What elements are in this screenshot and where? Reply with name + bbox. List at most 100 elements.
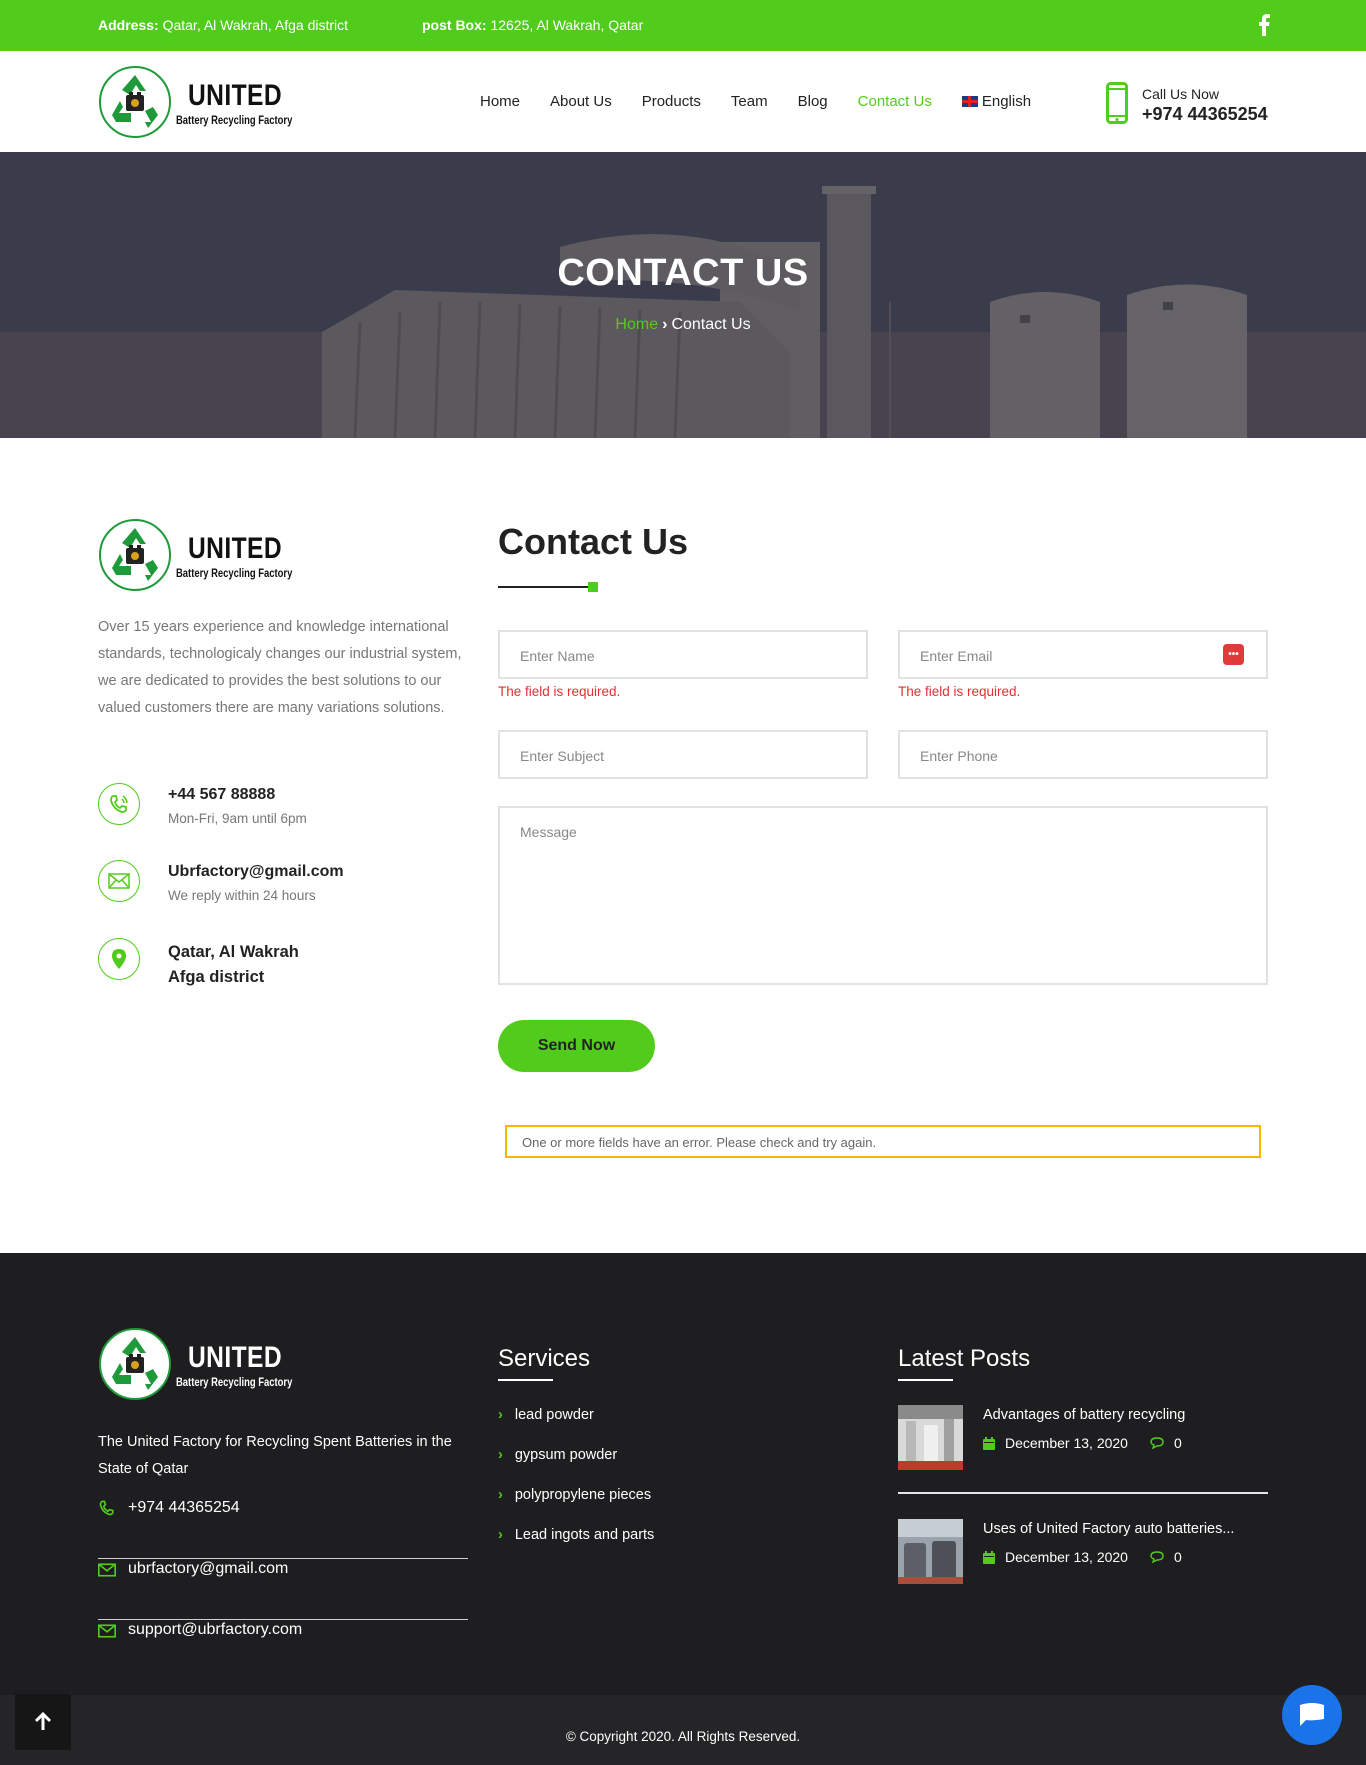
footer: UNITED Battery Recycling Factory The Uni… [0,1253,1366,1696]
post-item[interactable]: Uses of United Factory auto batteries...… [898,1519,1268,1589]
email-input[interactable]: Enter Email ••• [898,630,1268,679]
name-error: The field is required. [498,684,621,699]
top-bar: Address: Qatar, Al Wakrah, Afga district… [0,0,1366,51]
post-thumbnail[interactable] [898,1405,963,1470]
service-label: lead powder [514,1407,594,1423]
nav-language[interactable]: English [961,93,1032,110]
call-number: +974 44365254 [1142,104,1268,124]
chevron-right-icon: › [498,1447,503,1463]
nav-contact[interactable]: Contact Us [858,93,932,110]
service-label: gypsum powder [514,1447,618,1463]
contact-section: UNITED Battery Recycling Factory Over 15… [0,438,1366,1253]
arrow-up-icon [34,1712,52,1730]
services-heading-line [498,1379,553,1381]
address-label: Address: [98,17,159,33]
logo-subtitle: Battery Recycling Factory [176,1377,293,1389]
mobile-phone-icon [1106,82,1128,124]
breadcrumb-current: Contact Us [671,316,751,333]
header: UNITED Battery Recycling Factory Home Ab… [0,51,1366,152]
logo-brand: UNITED [188,79,283,112]
contact-email-note: We reply within 24 hours [168,888,316,903]
nav-blog[interactable]: Blog [798,93,828,110]
contact-logo: UNITED Battery Recycling Factory [98,518,298,592]
address-line-2: Afga district [168,968,265,986]
message-textarea[interactable]: Message [498,806,1268,985]
site-logo[interactable]: UNITED Battery Recycling Factory [98,65,298,139]
recycle-logo-icon [98,1327,172,1401]
chat-widget-button[interactable] [1282,1685,1342,1745]
post-date: December 13, 2020 [1005,1549,1128,1565]
service-label: polypropylene pieces [514,1487,652,1503]
envelope-icon [98,860,140,902]
pobox-label: post Box: [422,17,487,33]
chevron-right-icon: › [498,1527,503,1543]
breadcrumb: Home › Contact Us [0,316,1366,334]
logo-subtitle: Battery Recycling Factory [176,115,293,127]
message-placeholder: Message [520,824,577,840]
service-item[interactable]: › lead powder [498,1407,594,1423]
post-title[interactable]: Uses of United Factory auto batteries... [983,1521,1234,1537]
post-comment-count: 0 [1173,1549,1182,1565]
latest-posts-heading: Latest Posts [898,1345,1031,1372]
footer-phone-number: +974 44365254 [128,1499,240,1516]
logo-subtitle: Battery Recycling Factory [176,568,293,580]
footer-email-address-1: ubrfactory@gmail.com [128,1560,289,1577]
service-item[interactable]: › polypropylene pieces [498,1487,651,1503]
envelope-icon [98,1624,116,1638]
logo-brand: UNITED [188,1341,283,1374]
facebook-icon[interactable] [1257,14,1271,36]
footer-email-2[interactable]: support@ubrfactory.com [98,1621,468,1681]
breadcrumb-home[interactable]: Home [615,316,658,333]
post-date: December 13, 2020 [1005,1435,1128,1451]
subject-placeholder: Enter Subject [520,748,605,764]
envelope-icon [98,1563,116,1577]
password-manager-icon[interactable]: ••• [1223,644,1244,665]
footer-logo[interactable]: UNITED Battery Recycling Factory [98,1327,298,1401]
top-address: Address: Qatar, Al Wakrah, Afga district [98,17,348,33]
phone-input[interactable]: Enter Phone [898,730,1268,779]
post-title[interactable]: Advantages of battery recycling [983,1407,1185,1423]
page-hero: CONTACT US Home › Contact Us [0,152,1366,438]
copyright-bar: © Copyright 2020. All Rights Reserved. [0,1695,1366,1765]
footer-email-1[interactable]: ubrfactory@gmail.com [98,1560,468,1620]
address-value: Qatar, Al Wakrah, Afga district [162,17,349,33]
service-item[interactable]: › Lead ingots and parts [498,1527,654,1543]
comment-icon [1150,1551,1164,1563]
post-item[interactable]: Advantages of battery recycling December… [898,1405,1268,1475]
recycle-logo-icon [98,518,172,592]
chevron-right-icon: › [662,316,668,333]
top-pobox: post Box: 12625, Al Wakrah, Qatar [422,17,643,33]
footer-phone[interactable]: +974 44365254 [98,1499,468,1559]
post-thumbnail[interactable] [898,1519,963,1584]
call-label: Call Us Now [1142,86,1220,102]
pobox-value: 12625, Al Wakrah, Qatar [490,17,644,33]
subject-input[interactable]: Enter Subject [498,730,868,779]
nav-about[interactable]: About Us [550,93,612,110]
contact-email-address: Ubrfactory@gmail.com [168,863,344,880]
footer-email-address-2: support@ubrfactory.com [128,1621,303,1638]
send-now-button[interactable]: Send Now [498,1020,655,1072]
email-placeholder: Enter Email [920,648,993,664]
language-label: English [981,93,1032,110]
phone-placeholder: Enter Phone [920,748,998,764]
name-input[interactable]: Enter Name [498,630,868,679]
logo-brand: UNITED [188,532,283,565]
scroll-to-top-button[interactable] [15,1694,71,1750]
main-nav: Home About Us Products Team Blog Contact… [480,93,1061,110]
nav-products[interactable]: Products [642,93,701,110]
recycle-logo-icon [98,65,172,139]
nav-team[interactable]: Team [731,93,768,110]
copyright-text: © Copyright 2020. All Rights Reserved. [565,1729,801,1744]
nav-home[interactable]: Home [480,93,520,110]
email-error: The field is required. [898,684,1021,699]
chevron-right-icon: › [498,1407,503,1423]
post-separator [898,1492,1268,1494]
location-pin-icon [98,938,140,980]
uk-flag-icon [961,96,978,107]
services-heading: Services [498,1345,591,1372]
phone-ring-icon [99,1500,114,1516]
service-item[interactable]: › gypsum powder [498,1447,617,1463]
about-text: Over 15 years experience and knowledge i… [98,619,462,716]
form-title: Contact Us [498,521,689,562]
title-underline [498,586,590,588]
